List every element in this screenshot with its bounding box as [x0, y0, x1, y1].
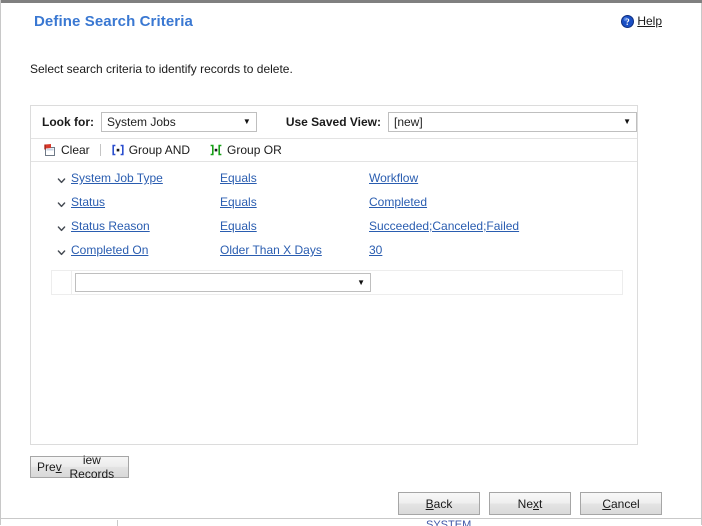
next-button[interactable]: Ne x t	[489, 492, 571, 515]
clear-label: Clear	[61, 143, 90, 157]
application-window: Define Search Criteria ? Help Select sea…	[0, 0, 702, 526]
criteria-value-link[interactable]: Workflow	[369, 171, 418, 185]
criteria-field-link[interactable]: System Job Type	[71, 171, 163, 185]
criteria-field-link[interactable]: Status	[71, 195, 105, 209]
row-expander[interactable]	[51, 198, 71, 207]
new-criteria-indent	[52, 271, 72, 294]
chevron-down-icon	[57, 198, 66, 207]
group-or-brackets-icon	[209, 143, 223, 157]
group-and-brackets-icon	[111, 143, 125, 157]
criteria-field-link[interactable]: Completed On	[71, 243, 148, 257]
cancel-button[interactable]: Cancel	[580, 492, 662, 515]
preview-records-label-pre: Pre	[37, 460, 56, 474]
back-label-post: ack	[433, 496, 453, 511]
chevron-down-icon	[57, 222, 66, 231]
criteria-operator-link[interactable]: Equals	[220, 171, 257, 185]
lookfor-bar: Look for: System Jobs ▼ Use Saved View: …	[31, 106, 637, 139]
new-criteria-field-select[interactable]: ▼	[75, 273, 371, 292]
cancel-accel: C	[602, 496, 611, 511]
status-user-label: SYSTEM	[426, 519, 472, 526]
row-expander[interactable]	[51, 174, 71, 183]
criteria-row: Status Equals Completed	[31, 190, 637, 214]
chevron-down-icon: ▼	[357, 277, 365, 287]
next-label-post: t	[539, 496, 543, 511]
chevron-down-icon	[57, 246, 66, 255]
row-expander[interactable]	[51, 246, 71, 255]
saved-view-value: [new]	[394, 115, 423, 129]
criteria-value-link[interactable]: Succeeded;Canceled;Failed	[369, 219, 519, 233]
clear-filter-icon	[43, 143, 57, 157]
criteria-operator-link[interactable]: Older Than X Days	[220, 243, 322, 257]
back-accel: B	[425, 496, 434, 511]
preview-records-label-post: iew Records	[69, 453, 115, 481]
question-circle-icon: ?	[621, 14, 635, 28]
next-label-pre: Ne	[517, 496, 533, 511]
look-for-label: Look for:	[42, 115, 94, 129]
criteria-row: Status Reason Equals Succeeded;Canceled;…	[31, 214, 637, 238]
criteria-operator-link[interactable]: Equals	[220, 195, 257, 209]
chevron-down-icon	[57, 174, 66, 183]
look-for-value: System Jobs	[107, 115, 176, 129]
criteria-field-link[interactable]: Status Reason	[71, 219, 150, 233]
criteria-toolbar: Clear Group AND Group OR	[31, 139, 637, 162]
search-criteria-panel: Look for: System Jobs ▼ Use Saved View: …	[30, 105, 638, 445]
chevron-down-icon: ▼	[623, 117, 631, 126]
saved-view-select[interactable]: [new] ▼	[388, 112, 637, 132]
help-label: Help	[637, 14, 662, 28]
criteria-row: System Job Type Equals Workflow	[31, 166, 637, 190]
chevron-down-icon: ▼	[242, 117, 251, 126]
group-or-label: Group OR	[227, 143, 282, 157]
criteria-operator-link[interactable]: Equals	[220, 219, 257, 233]
clear-button[interactable]: Clear	[40, 143, 93, 157]
group-or-button[interactable]: Group OR	[206, 143, 285, 157]
saved-view-label: Use Saved View:	[285, 115, 381, 129]
toolbar-divider	[99, 144, 101, 156]
page-header: Define Search Criteria ? Help	[1, 3, 701, 45]
preview-records-button[interactable]: Pre v iew Records	[30, 453, 129, 481]
page-title: Define Search Criteria	[34, 13, 193, 30]
help-link[interactable]: ? Help	[621, 14, 662, 28]
group-and-button[interactable]: Group AND	[108, 143, 193, 157]
instruction-text: Select search criteria to identify recor…	[30, 62, 293, 76]
criteria-value-link[interactable]: 30	[369, 243, 382, 257]
criteria-row-list: System Job Type Equals Workflow Status E…	[31, 162, 637, 295]
new-criteria-row: ▼	[51, 270, 623, 295]
status-divider	[117, 520, 118, 526]
look-for-select[interactable]: System Jobs ▼	[101, 112, 257, 132]
back-button[interactable]: Back	[398, 492, 480, 515]
group-and-label: Group AND	[128, 143, 191, 157]
svg-text:?: ?	[626, 16, 631, 26]
row-expander[interactable]	[51, 222, 71, 231]
criteria-row: Completed On Older Than X Days 30	[31, 238, 637, 262]
wizard-navigation-buttons: Back Ne x t Cancel	[398, 492, 662, 515]
cancel-label-post: ancel	[610, 496, 640, 511]
criteria-value-link[interactable]: Completed	[369, 195, 427, 209]
